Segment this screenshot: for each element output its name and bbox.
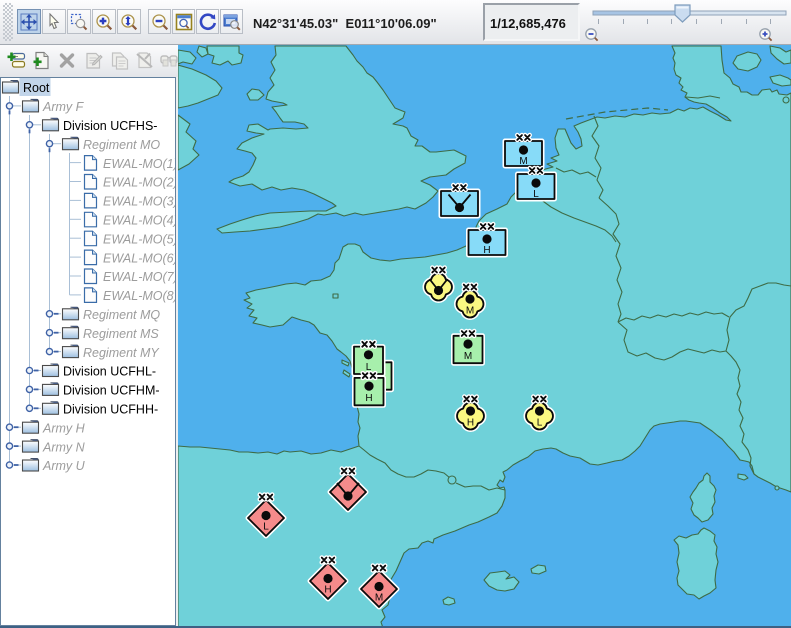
svg-text:H: H (324, 585, 331, 596)
svg-text:Regiment MO: Regiment MO (83, 138, 160, 152)
svg-text:L: L (537, 418, 543, 429)
svg-text:M: M (519, 156, 527, 167)
svg-text:EWAL-MO(3): EWAL-MO(3) (103, 195, 175, 209)
svg-text:Root: Root (23, 81, 50, 95)
svg-text:EWAL-MO(1): EWAL-MO(1) (103, 157, 175, 171)
svg-text:Regiment MS: Regiment MS (83, 327, 159, 341)
svg-text:EWAL-MO(4): EWAL-MO(4) (103, 214, 175, 228)
svg-text:Division UCFHM-: Division UCFHM- (63, 384, 160, 398)
svg-text:M: M (466, 306, 474, 317)
svg-text:EWAL-MO(8): EWAL-MO(8) (103, 289, 175, 303)
svg-text:L: L (533, 189, 539, 200)
svg-text:Army F: Army F (42, 100, 85, 114)
svg-text:EWAL-MO(6): EWAL-MO(6) (103, 251, 175, 265)
svg-text:EWAL-MO(5): EWAL-MO(5) (103, 232, 175, 246)
svg-text:EWAL-MO(2): EWAL-MO(2) (103, 176, 175, 190)
svg-text:Regiment MQ: Regiment MQ (83, 308, 160, 322)
svg-text:H: H (365, 393, 372, 404)
svg-text:Army H: Army H (42, 421, 86, 435)
svg-text:Army N: Army N (42, 440, 86, 454)
svg-text:H: H (467, 418, 474, 429)
svg-text:H: H (483, 245, 490, 256)
svg-text:Army U: Army U (42, 459, 86, 473)
svg-text:L: L (263, 522, 269, 533)
svg-text:Division UCFHH-: Division UCFHH- (63, 403, 158, 417)
svg-text:Regiment MY: Regiment MY (83, 346, 160, 360)
svg-text:M: M (464, 351, 472, 362)
svg-text:Division UCFHL-: Division UCFHL- (63, 365, 156, 379)
svg-text:M: M (375, 593, 383, 604)
svg-text:EWAL-MO(7): EWAL-MO(7) (103, 270, 175, 284)
svg-text:Division UCFHS-: Division UCFHS- (63, 119, 157, 133)
